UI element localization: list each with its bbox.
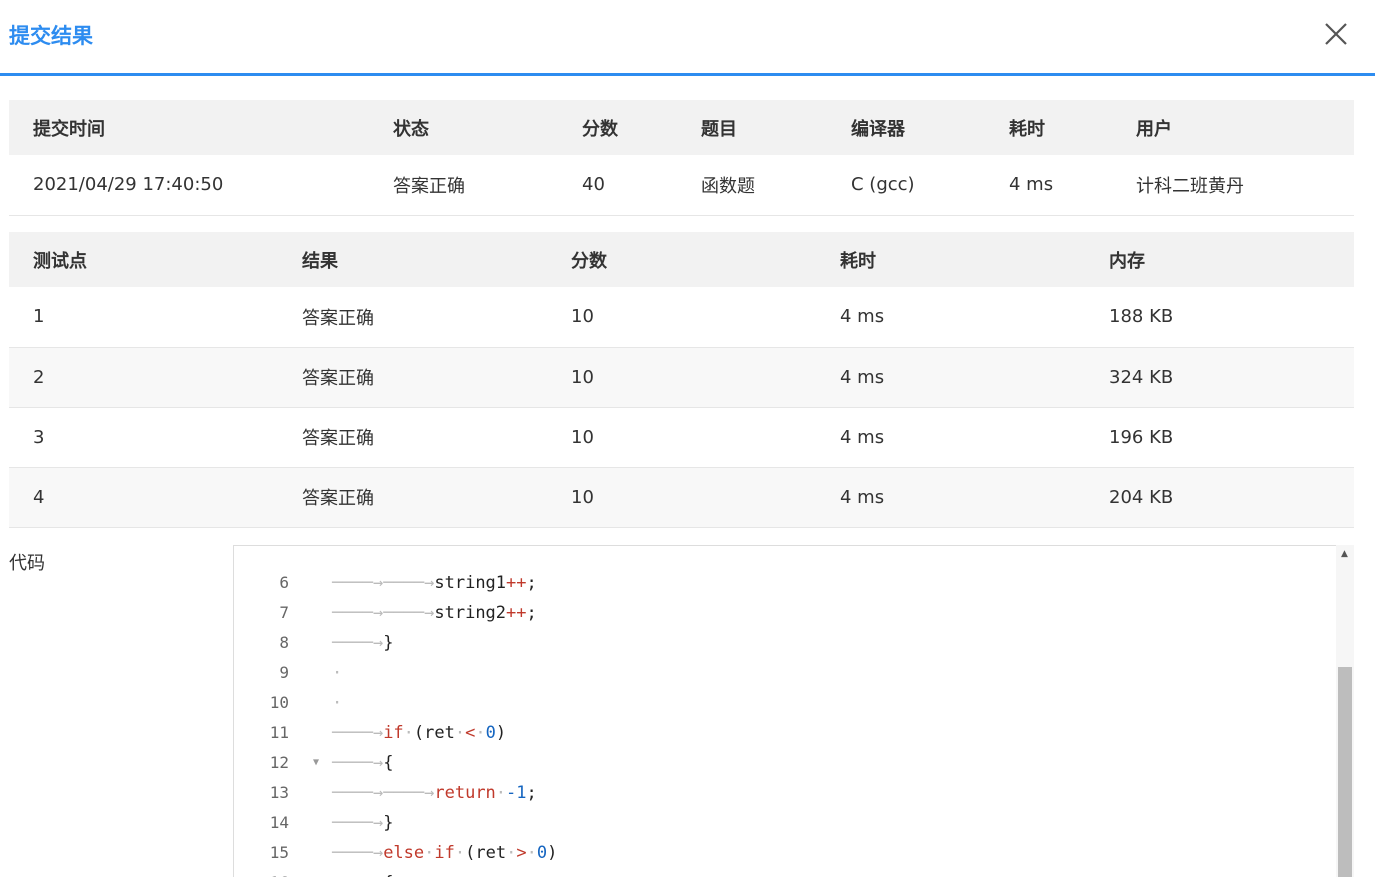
- code-text: ────→────→string2++;: [332, 603, 537, 623]
- test-id: 3: [9, 407, 278, 468]
- code-line: 16 ▼ ────→{: [234, 868, 1334, 877]
- code-text: ────→────→return·-1;: [332, 783, 537, 803]
- dialog-header: 提交结果: [0, 0, 1375, 76]
- code-line: 7 ────→────→string2++;: [234, 598, 1334, 628]
- test-score: 10: [547, 407, 816, 468]
- header-problem: 题目: [677, 100, 827, 155]
- test-memory: 204 KB: [1085, 467, 1354, 528]
- problem-type: 函数题: [677, 155, 827, 216]
- code-line: 10 ·: [234, 688, 1334, 718]
- test-id: 4: [9, 467, 278, 528]
- code-label: 代码: [9, 553, 45, 574]
- code-line: 11 ────→if·(ret·<·0): [234, 718, 1334, 748]
- line-number: 16: [234, 868, 289, 877]
- header-test-time: 耗时: [816, 232, 1085, 287]
- code-line: 12 ▼ ────→{: [234, 748, 1334, 778]
- test-score: 10: [547, 467, 816, 528]
- tests-header-row: 测试点 结果 分数 耗时 内存: [9, 232, 1354, 287]
- user-name: 计科二班黄丹: [1112, 155, 1354, 216]
- code-line: 14 ────→}: [234, 808, 1334, 838]
- score-value: 40: [558, 155, 677, 216]
- fold-arrow-icon[interactable]: ▼: [313, 748, 319, 778]
- status-value: 答案正确: [369, 155, 558, 216]
- code-text: ────→{: [332, 753, 394, 773]
- line-number: 14: [269, 813, 289, 832]
- table-row: 4 答案正确 10 4 ms 204 KB: [9, 467, 1354, 528]
- header-test-score: 分数: [547, 232, 816, 287]
- line-number: 13: [269, 783, 289, 802]
- header-submit-time: 提交时间: [9, 100, 369, 155]
- test-time: 4 ms: [816, 407, 1085, 468]
- table-row: 1 答案正确 10 4 ms 188 KB: [9, 287, 1354, 348]
- test-id: 2: [9, 347, 278, 408]
- test-results-table: 测试点 结果 分数 耗时 内存 1 答案正确 10 4 ms 188 KB 2 …: [9, 232, 1354, 528]
- header-test-point: 测试点: [9, 232, 278, 287]
- duration-value: 4 ms: [985, 155, 1112, 216]
- code-text: ────→if·(ret·<·0): [332, 723, 507, 743]
- summary-header-row: 提交时间 状态 分数 题目 编译器 耗时 用户: [9, 100, 1354, 155]
- line-number: 11: [269, 723, 289, 742]
- test-result: 答案正确: [278, 407, 547, 468]
- line-number: 15: [269, 843, 289, 862]
- code-text: ────→{: [332, 868, 393, 877]
- test-time: 4 ms: [816, 467, 1085, 528]
- header-memory: 内存: [1085, 232, 1354, 287]
- code-line: 15 ────→else·if·(ret·>·0): [234, 838, 1334, 868]
- test-score: 10: [547, 347, 816, 408]
- header-compiler: 编译器: [827, 100, 985, 155]
- table-row: 3 答案正确 10 4 ms 196 KB: [9, 407, 1354, 468]
- test-result: 答案正确: [278, 467, 547, 528]
- code-text: ────→────→string1++;: [332, 573, 537, 593]
- code-editor[interactable]: 6 ────→────→string1++; 7 ────→────→string2+…: [233, 545, 1354, 877]
- header-duration: 耗时: [985, 100, 1112, 155]
- code-line: 6 ────→────→string1++;: [234, 568, 1334, 598]
- header-status: 状态: [369, 100, 558, 155]
- summary-row: 2021/04/29 17:40:50 答案正确 40 函数题 C (gcc) …: [9, 155, 1354, 216]
- test-result: 答案正确: [278, 347, 547, 408]
- test-memory: 196 KB: [1085, 407, 1354, 468]
- code-line: 8 ────→}: [234, 628, 1334, 658]
- line-number: 6: [279, 573, 289, 592]
- test-memory: 188 KB: [1085, 287, 1354, 348]
- close-icon[interactable]: [1322, 20, 1350, 48]
- header-user: 用户: [1112, 100, 1354, 155]
- dialog-title: 提交结果: [9, 24, 93, 48]
- line-number: 8: [279, 633, 289, 652]
- fold-arrow-icon[interactable]: ▼: [313, 868, 319, 877]
- scrollbar-thumb[interactable]: [1338, 667, 1352, 877]
- test-time: 4 ms: [816, 287, 1085, 348]
- test-time: 4 ms: [816, 347, 1085, 408]
- submit-time: 2021/04/29 17:40:50: [9, 155, 369, 216]
- code-text: ────→}: [332, 633, 394, 653]
- line-number: 12: [269, 753, 289, 772]
- test-score: 10: [547, 287, 816, 348]
- test-memory: 324 KB: [1085, 347, 1354, 408]
- test-result: 答案正确: [278, 287, 547, 348]
- test-id: 1: [9, 287, 278, 348]
- code-text: ·: [332, 693, 343, 713]
- line-number: 9: [279, 663, 289, 682]
- scroll-up-icon[interactable]: ▲: [1341, 549, 1348, 559]
- table-row: 2 答案正确 10 4 ms 324 KB: [9, 347, 1354, 408]
- submission-summary-table: 提交时间 状态 分数 题目 编译器 耗时 用户 2021/04/29 17:40…: [9, 100, 1354, 216]
- header-result: 结果: [278, 232, 547, 287]
- code-line: 9 ·: [234, 658, 1334, 688]
- code-text: ────→else·if·(ret·>·0): [332, 843, 558, 863]
- code-text: ·: [332, 663, 343, 683]
- code-lines: 6 ────→────→string1++; 7 ────→────→string2+…: [234, 546, 1334, 877]
- compiler-value: C (gcc): [827, 155, 985, 216]
- code-line: 13 ────→────→return·-1;: [234, 778, 1334, 808]
- line-number: 10: [269, 693, 289, 712]
- header-score: 分数: [558, 100, 677, 155]
- code-text: ────→}: [332, 813, 394, 833]
- line-number: 7: [279, 603, 289, 622]
